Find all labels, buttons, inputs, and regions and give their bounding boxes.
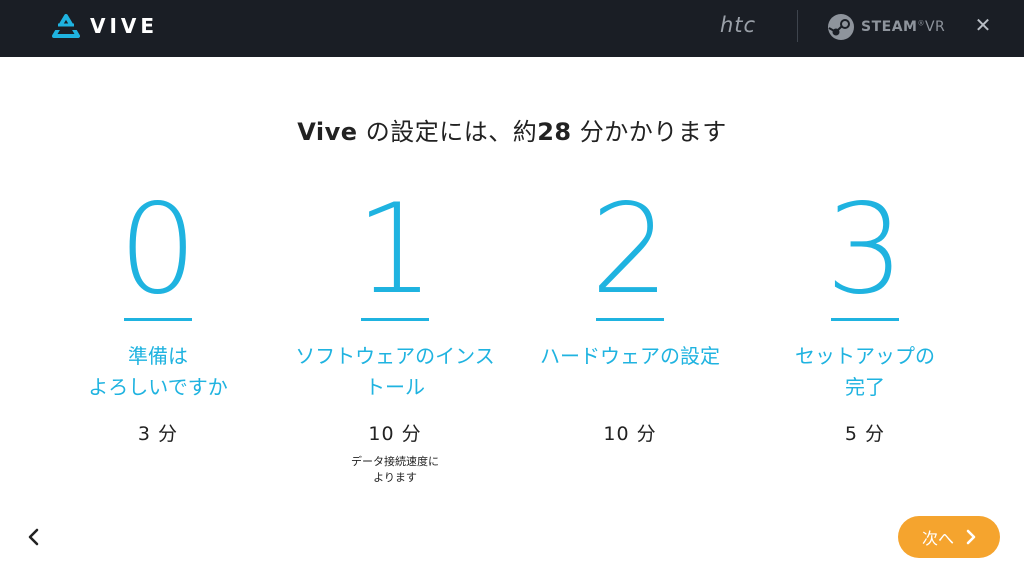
step-label-line: ソフトウェアのインス	[295, 344, 495, 368]
step-label-line: ハードウェアの設定	[540, 344, 720, 368]
step-duration: 3 分	[137, 423, 179, 445]
title-middle: の設定には、約	[357, 118, 538, 146]
vr-text: VR	[924, 19, 946, 35]
chevron-left-icon	[28, 528, 39, 546]
vive-brand: VIVE	[52, 14, 158, 38]
page-title: Vive の設定には、約28 分かかります	[0, 112, 1024, 147]
step-duration: 10 分	[368, 423, 422, 445]
step-label-line: 完了	[845, 375, 885, 399]
next-button-label: 次へ	[921, 529, 954, 548]
chevron-right-icon	[966, 529, 976, 545]
step-label: ハードウェアの設定	[515, 341, 745, 403]
vive-logo-icon	[52, 14, 80, 38]
step-number: 1	[355, 178, 435, 322]
step-prepare: 0 準備は よろしいですか 3 分	[43, 178, 273, 446]
brand-name: VIVE	[90, 14, 159, 38]
step-complete: 3 セットアップの 完了 5 分	[750, 178, 980, 446]
step-label: セットアップの 完了	[750, 341, 980, 403]
back-button[interactable]	[22, 522, 46, 552]
step-software-install: 1 ソフトウェアのインス トール 10 分 データ接続速度に よります	[280, 178, 510, 486]
step-duration: 5 分	[844, 423, 886, 445]
step-number: 3	[825, 178, 905, 322]
close-button[interactable]: ✕	[972, 14, 994, 36]
title-minutes: 28	[537, 118, 572, 146]
step-number: 0	[118, 178, 198, 322]
step-label: ソフトウェアのインス トール	[280, 341, 510, 403]
htc-logo: htc	[720, 13, 757, 37]
step-note-line: データ接続速度に	[351, 455, 439, 468]
step-duration: 10 分	[603, 423, 657, 445]
title-product: Vive	[297, 118, 358, 146]
steam-logo-icon	[828, 14, 854, 40]
step-label-line: 準備は	[128, 344, 188, 368]
steamvr-text: STEAM®VR	[861, 19, 946, 35]
top-bar: VIVE htc STEAM®VR ✕	[0, 0, 1024, 57]
step-note: データ接続速度に よります	[280, 454, 510, 486]
step-hardware-setup: 2 ハードウェアの設定 10 分	[515, 178, 745, 446]
header-divider	[797, 10, 798, 42]
steamvr-brand: STEAM®VR	[827, 13, 945, 41]
step-label-line: トール	[365, 375, 425, 399]
title-end: 分かかります	[571, 118, 727, 146]
step-number: 2	[590, 178, 670, 322]
step-label: 準備は よろしいですか	[43, 341, 273, 403]
steam-text: STEAM	[861, 19, 918, 35]
step-label-line: よろしいですか	[88, 375, 228, 399]
step-label-line: セットアップの	[795, 344, 935, 368]
step-note-line: よります	[373, 471, 417, 484]
next-button[interactable]: 次へ	[898, 516, 1000, 558]
